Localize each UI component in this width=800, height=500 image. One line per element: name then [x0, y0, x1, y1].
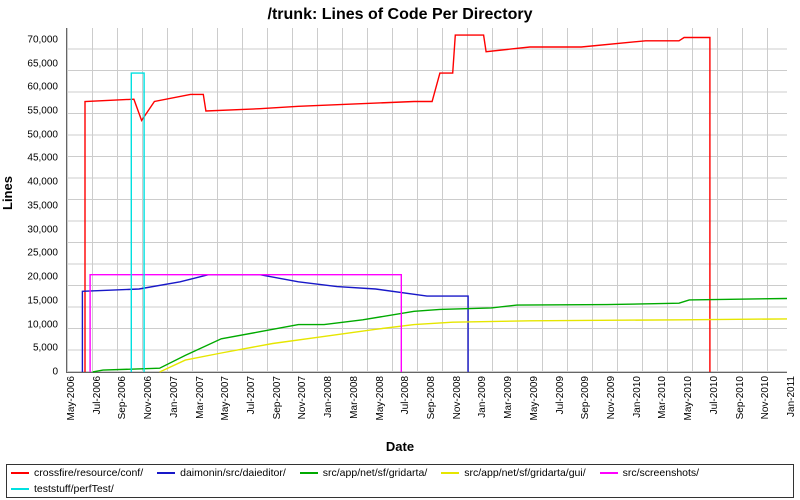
y-tick-label: 55,000: [27, 106, 58, 117]
chart-title: /trunk: Lines of Code Per Directory: [0, 6, 800, 24]
x-tick-label: Jan-2011: [786, 376, 797, 417]
x-tick-label: Nov-2010: [760, 376, 771, 419]
series-line: [131, 73, 144, 372]
plot-area: [66, 28, 787, 373]
x-tick-label: May-2009: [529, 376, 540, 420]
x-tick-label: Jan-2007: [169, 376, 180, 418]
legend-swatch: [600, 472, 618, 474]
series-line: [160, 319, 787, 372]
y-tick-label: 40,000: [27, 177, 58, 188]
x-tick-label: Jan-2010: [632, 376, 643, 418]
y-axis-ticks: 05,00010,00015,00020,00025,00030,00035,0…: [0, 28, 62, 372]
x-tick-label: Jul-2010: [709, 376, 720, 414]
y-tick-label: 10,000: [27, 319, 58, 330]
legend-label: teststuff/perfTest/: [34, 483, 114, 495]
x-tick-label: Mar-2009: [503, 376, 514, 419]
x-tick-label: Nov-2006: [143, 376, 154, 419]
legend-label: crossfire/resource/conf/: [34, 467, 143, 479]
legend-item: src/app/net/sf/gridarta/: [300, 467, 427, 479]
x-tick-label: May-2008: [375, 376, 386, 420]
chart-container: /trunk: Lines of Code Per Directory Line…: [0, 0, 800, 500]
y-tick-label: 5,000: [33, 343, 58, 354]
x-tick-label: Sep-2007: [272, 376, 283, 419]
legend-swatch: [300, 472, 318, 474]
x-tick-label: Jul-2009: [555, 376, 566, 414]
x-tick-label: Jul-2008: [400, 376, 411, 414]
legend-label: daimonin/src/daieditor/: [180, 467, 286, 479]
y-tick-label: 25,000: [27, 248, 58, 259]
x-tick-label: Sep-2008: [426, 376, 437, 419]
x-tick-label: Sep-2009: [580, 376, 591, 419]
series-line: [82, 275, 468, 372]
x-tick-label: Mar-2008: [349, 376, 360, 419]
y-tick-label: 15,000: [27, 295, 58, 306]
legend-label: src/app/net/sf/gridarta/: [323, 467, 427, 479]
x-tick-label: Nov-2008: [452, 376, 463, 419]
legend: crossfire/resource/conf/daimonin/src/dai…: [6, 464, 794, 498]
x-tick-label: Jul-2007: [246, 376, 257, 414]
x-tick-label: Sep-2010: [735, 376, 746, 419]
y-tick-label: 0: [52, 367, 58, 378]
y-tick-label: 50,000: [27, 129, 58, 140]
legend-label: src/screenshots/: [623, 467, 699, 479]
legend-item: teststuff/perfTest/: [11, 483, 114, 495]
legend-swatch: [157, 472, 175, 474]
x-tick-label: Nov-2007: [297, 376, 308, 419]
series-line: [85, 35, 710, 372]
legend-swatch: [11, 472, 29, 474]
x-tick-label: Jan-2008: [323, 376, 334, 418]
x-axis-label: Date: [0, 439, 800, 454]
y-tick-label: 70,000: [27, 34, 58, 45]
x-tick-label: Mar-2007: [195, 376, 206, 419]
x-tick-label: Nov-2009: [606, 376, 617, 419]
legend-label: src/app/net/sf/gridarta/gui/: [464, 467, 585, 479]
y-tick-label: 35,000: [27, 200, 58, 211]
y-tick-label: 45,000: [27, 153, 58, 164]
plot-svg: [67, 28, 787, 372]
y-tick-label: 30,000: [27, 224, 58, 235]
legend-item: src/app/net/sf/gridarta/gui/: [441, 467, 585, 479]
legend-swatch: [11, 488, 29, 490]
y-tick-label: 60,000: [27, 82, 58, 93]
series-line: [93, 299, 787, 373]
legend-item: src/screenshots/: [600, 467, 699, 479]
x-axis-ticks: May-2006 Jul-2006 Sep-2006 Nov-2006 Jan-2007…: [66, 374, 786, 444]
x-tick-label: Jul-2006: [92, 376, 103, 414]
legend-swatch: [441, 472, 459, 474]
y-tick-label: 20,000: [27, 272, 58, 283]
x-tick-label: Sep-2006: [117, 376, 128, 419]
x-tick-label: Jan-2009: [477, 376, 488, 418]
x-tick-label: May-2007: [220, 376, 231, 420]
legend-item: daimonin/src/daieditor/: [157, 467, 286, 479]
x-tick-label: May-2006: [66, 376, 77, 420]
legend-item: crossfire/resource/conf/: [11, 467, 143, 479]
y-tick-label: 65,000: [27, 58, 58, 69]
x-tick-label: May-2010: [683, 376, 694, 420]
x-tick-label: Mar-2010: [657, 376, 668, 419]
